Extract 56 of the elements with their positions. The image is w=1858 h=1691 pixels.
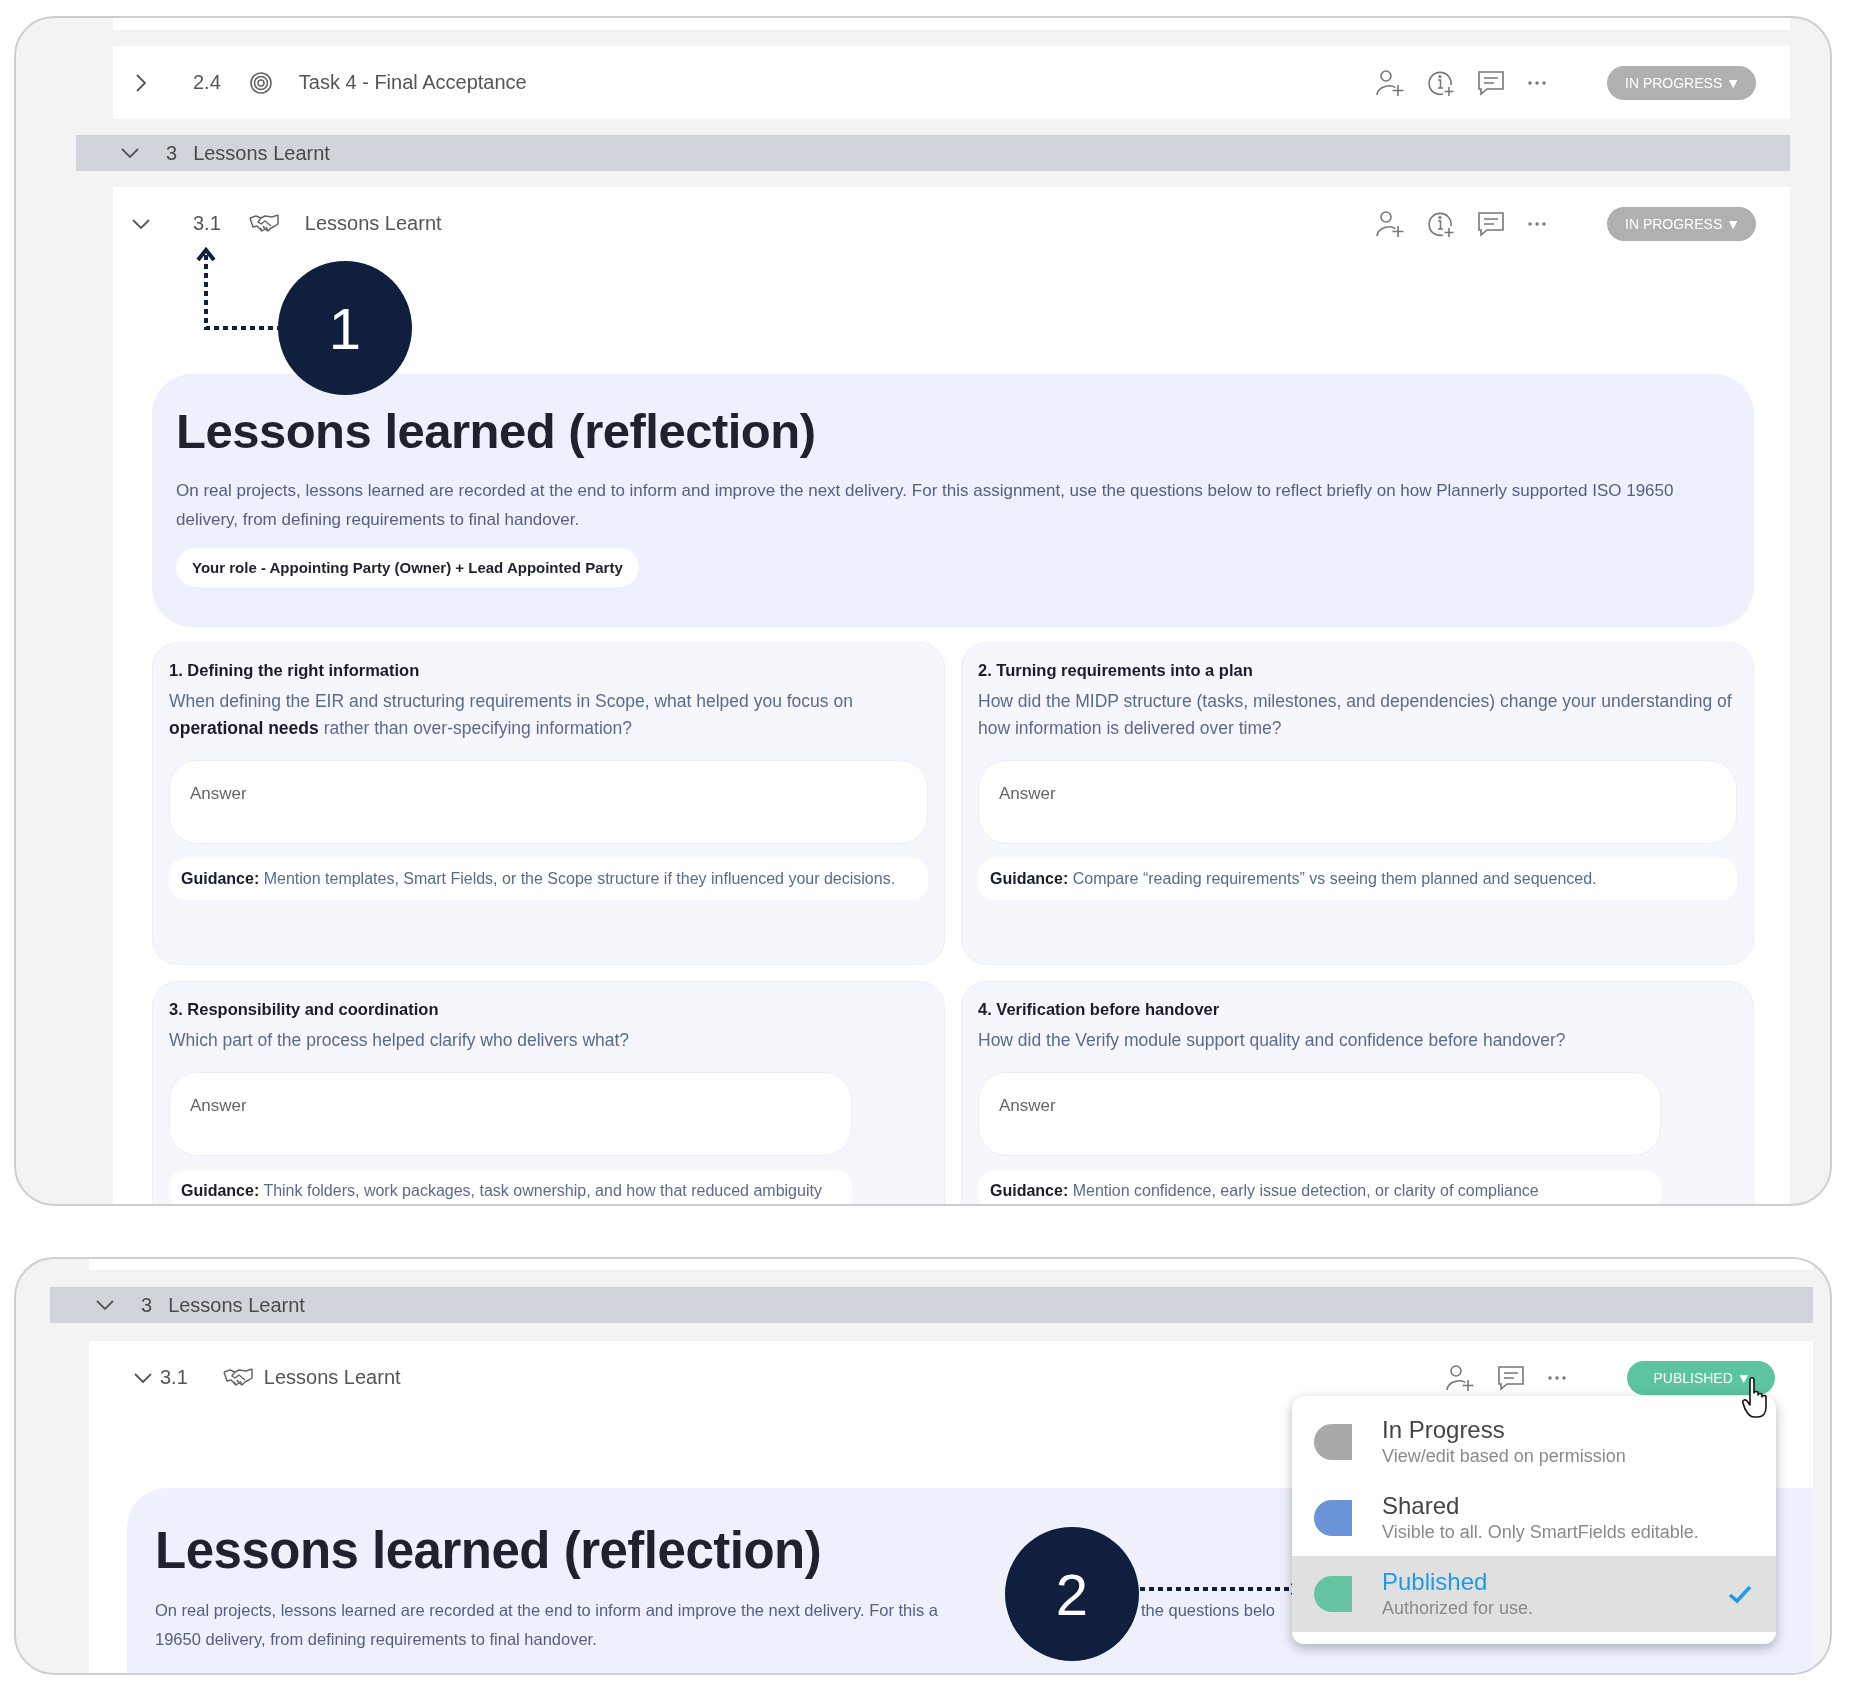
section-number: 3 — [141, 1293, 153, 1317]
question-title: 4. Verification before handover — [978, 1000, 1221, 1019]
intro-text: 19650 delivery, from defining requirements to final handover. — [155, 1629, 597, 1650]
question-text: Which part of the process helped clarify who delivers what? — [169, 1029, 631, 1052]
question-text: How did the Verify module support quality and confidence before handover? — [978, 1029, 1567, 1052]
handshake-icon — [222, 1366, 253, 1389]
question-text: How did the MIDP structure (tasks, milestones, and dependencies) change your understanding of how information is delivered over time? — [978, 690, 1733, 740]
intro-text: the questions belo — [1141, 1600, 1275, 1621]
section-number: 3 — [166, 141, 178, 165]
task-number: 2.4 — [193, 71, 221, 94]
status-option[interactable]: Shared Visible to all. Only SmartFields editable. — [1292, 1480, 1776, 1556]
question-text: When defining the EIR and structuring requirements in Scope, what helped you focus on operational needs rather than over-specifying information? — [169, 690, 854, 740]
target-icon — [248, 70, 273, 95]
more-icon[interactable] — [1527, 79, 1547, 86]
answer-field[interactable]: Answer — [169, 760, 928, 844]
page-heading: Lessons learned (reflection) — [176, 403, 816, 460]
task-number: 3.1 — [160, 1366, 188, 1389]
comment-icon[interactable] — [1497, 1364, 1525, 1391]
role-label: Your role - Appointing Party (Owner) + Lead Appointed Party — [176, 548, 639, 587]
answer-field[interactable]: Answer — [169, 1072, 853, 1156]
task-title[interactable]: Lessons Learnt — [263, 1366, 401, 1389]
guidance-text: Guidance: Compare “reading requirements” vs seeing them planned and sequenced. — [978, 858, 1737, 900]
section-title: Lessons Learnt — [193, 141, 330, 165]
status-description: View/edit based on permission — [1382, 1445, 1627, 1468]
status-description: Visible to all. Only SmartFields editable. — [1382, 1521, 1700, 1544]
intro-text: On real projects, lessons learned are recorded at the end to inform and improve the next delivery. For this a — [155, 1601, 938, 1619]
comment-icon[interactable] — [1477, 69, 1505, 96]
task-title[interactable]: Task 4 - Final Acceptance — [298, 71, 527, 94]
answer-field[interactable]: Answer — [978, 1072, 1662, 1156]
section-title: Lessons Learnt — [168, 1293, 305, 1317]
intro-text: On real projects, lessons learned are recorded at the end to inform and improve the next delivery. For this assignment, use the questions below to reflect briefly on how Plannerly supported ISO 19650 delivery, from defining requirements to final handover. — [176, 480, 1675, 531]
more-icon[interactable] — [1527, 220, 1547, 227]
page-heading: Lessons learned (reflection) — [155, 1521, 822, 1581]
status-title: Published — [1382, 1568, 1489, 1596]
check-icon — [1728, 1584, 1752, 1604]
guidance-text: Guidance: Mention confidence, early issue detection, or clarity of compliance — [978, 1170, 1662, 1204]
answer-field[interactable]: Answer — [978, 760, 1737, 844]
add-person-icon[interactable] — [1375, 209, 1405, 238]
comment-icon[interactable] — [1477, 210, 1505, 237]
status-title: In Progress — [1382, 1416, 1506, 1444]
handshake-icon — [248, 212, 279, 235]
question-title: 2. Turning requirements into a plan — [978, 661, 1254, 680]
guidance-text: Guidance: Mention templates, Smart Fields, or the Scope structure if they influenced your decisions. — [169, 858, 928, 900]
add-person-icon[interactable] — [1445, 1363, 1475, 1392]
guidance-text: Guidance: Think folders, work packages, task ownership, and how that reduced ambiguity — [169, 1170, 853, 1204]
task-title[interactable]: Lessons Learnt — [304, 212, 442, 235]
task-number: 3.1 — [193, 212, 221, 235]
question-title: 3. Responsibility and coordination — [169, 1000, 440, 1019]
status-description: Authorized for use. — [1382, 1597, 1535, 1620]
question-title: 1. Defining the right information — [169, 661, 421, 680]
more-icon[interactable] — [1547, 1374, 1567, 1381]
status-option[interactable]: In Progress View/edit based on permission — [1292, 1404, 1776, 1480]
section-header[interactable]: 3 Lessons Learnt — [76, 135, 1790, 171]
add-person-icon[interactable] — [1375, 68, 1405, 97]
status-title: Shared — [1382, 1492, 1461, 1520]
section-header[interactable]: 3 Lessons Learnt — [50, 1287, 1813, 1323]
